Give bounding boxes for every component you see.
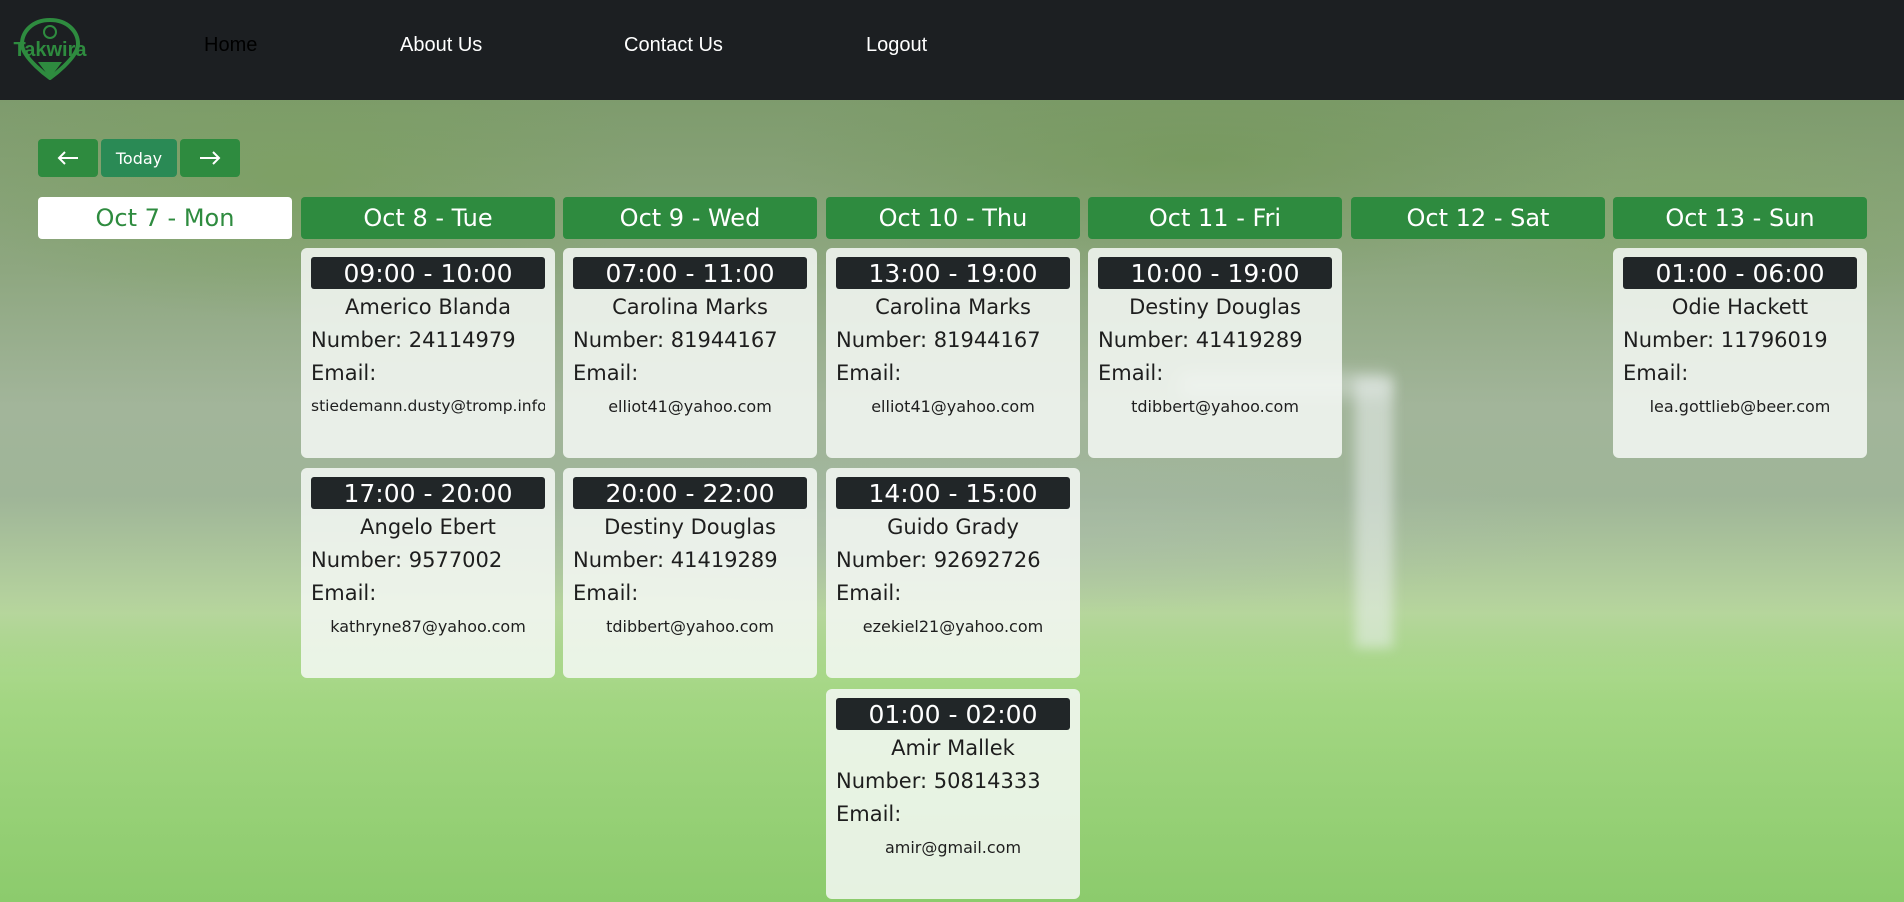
booking-name: Guido Grady: [887, 515, 1019, 539]
booking-time: 10:00 - 19:00: [1098, 257, 1332, 289]
booking-number: Number: 81944167: [573, 328, 778, 352]
booking-email-label: Email:: [836, 361, 902, 385]
booking-email: tdibbert@yahoo.com: [606, 617, 774, 636]
booking-number: Number: 41419289: [573, 548, 778, 572]
booking-email-label: Email:: [1623, 361, 1689, 385]
background-goal-post: [1355, 378, 1393, 648]
prev-week-button[interactable]: [38, 139, 98, 177]
nav-home[interactable]: Home: [204, 34, 257, 57]
booking-number: Number: 50814333: [836, 769, 1041, 793]
booking-name: Odie Hackett: [1671, 295, 1809, 319]
booking-number: Number: 11796019: [1623, 328, 1828, 352]
booking-name: Americo Blanda: [345, 295, 511, 319]
booking-email: lea.gottlieb@beer.com: [1649, 397, 1831, 416]
booking-name: Carolina Marks: [612, 295, 768, 319]
arrow-right-icon: [200, 151, 221, 165]
booking-email-label: Email:: [573, 581, 639, 605]
booking-email-label: Email:: [836, 802, 902, 826]
nav-contact-us[interactable]: Contact Us: [624, 34, 723, 57]
booking-name: Destiny Douglas: [604, 515, 776, 539]
today-button[interactable]: Today: [101, 139, 177, 177]
booking-time: 20:00 - 22:00: [573, 477, 807, 509]
booking-name: Carolina Marks: [875, 295, 1031, 319]
booking-name: Angelo Ebert: [360, 515, 496, 539]
day-header-thu[interactable]: Oct 10 - Thu: [826, 197, 1080, 239]
booking-email-label: Email:: [311, 361, 377, 385]
booking-card[interactable]: 01:00 - 06:00 Odie Hackett Number: 11796…: [1613, 248, 1867, 458]
booking-card[interactable]: 13:00 - 19:00 Carolina Marks Number: 819…: [826, 248, 1080, 458]
booking-card[interactable]: 01:00 - 02:00 Amir Mallek Number: 508143…: [826, 689, 1080, 899]
nav-about-us[interactable]: About Us: [400, 34, 482, 57]
booking-number: Number: 92692726: [836, 548, 1041, 572]
day-header-tue[interactable]: Oct 8 - Tue: [301, 197, 555, 239]
booking-name: Amir Mallek: [891, 736, 1015, 760]
booking-time: 09:00 - 10:00: [311, 257, 545, 289]
navbar: Takwira Home About Us Contact Us Logout: [0, 0, 1904, 100]
booking-time: 17:00 - 20:00: [311, 477, 545, 509]
booking-email: kathryne87@yahoo.com: [330, 617, 526, 636]
booking-card[interactable]: 07:00 - 11:00 Carolina Marks Number: 819…: [563, 248, 817, 458]
booking-time: 01:00 - 02:00: [836, 698, 1070, 730]
booking-email: amir@gmail.com: [884, 838, 1022, 857]
booking-email: ezekiel21@yahoo.com: [862, 617, 1044, 636]
brand-logo[interactable]: Takwira: [10, 16, 90, 81]
arrow-left-icon: [57, 151, 78, 165]
next-week-button[interactable]: [180, 139, 240, 177]
booking-email: elliot41@yahoo.com: [871, 397, 1035, 416]
day-header-sat[interactable]: Oct 12 - Sat: [1351, 197, 1605, 239]
booking-number: Number: 41419289: [1098, 328, 1303, 352]
booking-time: 13:00 - 19:00: [836, 257, 1070, 289]
booking-time: 01:00 - 06:00: [1623, 257, 1857, 289]
booking-name: Destiny Douglas: [1129, 295, 1301, 319]
brand-name: Takwira: [14, 39, 88, 61]
booking-number: Number: 24114979: [311, 328, 516, 352]
booking-email-label: Email:: [573, 361, 639, 385]
booking-email-label: Email:: [1098, 361, 1164, 385]
location-pin-logo-icon: Takwira: [14, 17, 88, 81]
booking-time: 14:00 - 15:00: [836, 477, 1070, 509]
day-header-fri[interactable]: Oct 11 - Fri: [1088, 197, 1342, 239]
booking-card[interactable]: 17:00 - 20:00 Angelo Ebert Number: 95770…: [301, 468, 555, 678]
booking-card[interactable]: 09:00 - 10:00 Americo Blanda Number: 241…: [301, 248, 555, 458]
booking-number: Number: 81944167: [836, 328, 1041, 352]
booking-email-label: Email:: [836, 581, 902, 605]
booking-email: elliot41@yahoo.com: [608, 397, 772, 416]
booking-email-label: Email:: [311, 581, 377, 605]
booking-number: Number: 9577002: [311, 548, 503, 572]
day-header-sun[interactable]: Oct 13 - Sun: [1613, 197, 1867, 239]
booking-card[interactable]: 10:00 - 19:00 Destiny Douglas Number: 41…: [1088, 248, 1342, 458]
booking-email: stiedemann.dusty@tromp.info: [311, 397, 545, 415]
booking-card[interactable]: 20:00 - 22:00 Destiny Douglas Number: 41…: [563, 468, 817, 678]
booking-time: 07:00 - 11:00: [573, 257, 807, 289]
day-header-wed[interactable]: Oct 9 - Wed: [563, 197, 817, 239]
booking-card[interactable]: 14:00 - 15:00 Guido Grady Number: 926927…: [826, 468, 1080, 678]
booking-email: tdibbert@yahoo.com: [1131, 397, 1299, 416]
day-header-mon[interactable]: Oct 7 - Mon: [38, 197, 292, 239]
nav-logout[interactable]: Logout: [866, 34, 927, 57]
